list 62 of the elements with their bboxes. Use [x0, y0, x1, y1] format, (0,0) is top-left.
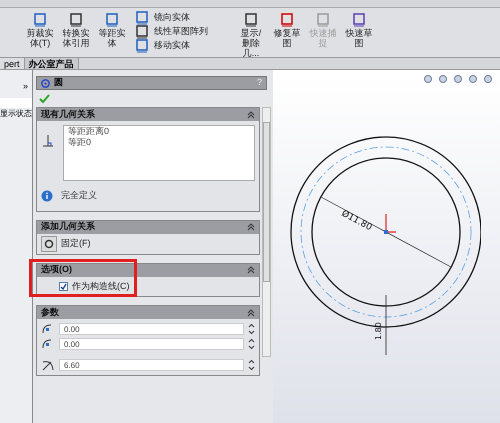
- tool-icon: [351, 12, 367, 28]
- spinner-icon[interactable]: [248, 359, 255, 371]
- tool-button[interactable]: 转换实体引用: [62, 12, 90, 48]
- fix-label: 固定(F): [61, 236, 90, 250]
- relation-item[interactable]: 等距距离0: [68, 126, 250, 137]
- number-field[interactable]: 6.60: [59, 359, 244, 371]
- info-icon: [41, 190, 53, 202]
- checkbox-label: 作为构造线(C): [72, 280, 130, 293]
- tool-icon: [68, 12, 84, 28]
- section-header[interactable]: 现有几何关系: [37, 108, 259, 121]
- view-tool-icon[interactable]: [423, 74, 434, 85]
- section-title: 选项(O): [41, 263, 72, 276]
- tool-icon: [243, 12, 259, 28]
- view-tool-icon[interactable]: [453, 74, 464, 85]
- circle-icon: [41, 78, 50, 88]
- relation-item[interactable]: 等距0: [68, 137, 250, 148]
- collapse-icon[interactable]: [247, 110, 255, 118]
- checkbox[interactable]: [59, 282, 68, 291]
- collapse-icon[interactable]: [247, 308, 255, 316]
- tool-button[interactable]: 移动实体: [134, 40, 229, 52]
- section-header[interactable]: 选项(O): [37, 264, 259, 276]
- section-title: 现有几何关系: [41, 108, 95, 121]
- section-header[interactable]: 添加几何关系: [37, 220, 259, 234]
- tool-button[interactable]: 等距实体: [98, 12, 126, 48]
- relations-list[interactable]: 等距距离0 等距0: [63, 125, 255, 181]
- number-field[interactable]: 0.00: [59, 338, 244, 350]
- tool-button[interactable]: 剪裁实体(T): [26, 12, 54, 48]
- tool-icon: [315, 12, 331, 28]
- number-field[interactable]: 0.00: [59, 323, 244, 335]
- radius-icon: [41, 359, 55, 371]
- spinner-icon[interactable]: [248, 323, 255, 335]
- scrollbar[interactable]: [262, 107, 271, 357]
- spinner-icon[interactable]: [248, 338, 255, 350]
- tool-button[interactable]: 快速草图: [345, 12, 373, 48]
- section-title: 参数: [41, 306, 59, 319]
- tree-filter-field[interactable]: [0, 98, 32, 108]
- view-tool-icon[interactable]: [438, 74, 449, 85]
- tool-button[interactable]: 修复草图: [273, 12, 301, 48]
- tool-icon: [134, 38, 150, 54]
- tree-item[interactable]: 显示状态: [0, 108, 32, 120]
- perpendicular-icon: [41, 133, 55, 147]
- tool-button[interactable]: 镜向实体: [134, 12, 229, 24]
- collapse-icon[interactable]: [247, 266, 255, 274]
- collapse-icon[interactable]: [247, 223, 255, 231]
- panel-title: 圆: [54, 76, 63, 90]
- fix-button[interactable]: [41, 236, 57, 252]
- tool-icon: [134, 10, 150, 26]
- tool-icon: [104, 12, 120, 28]
- tool-button[interactable]: 显示/删除几...: [237, 12, 265, 58]
- tab[interactable]: 办公室产品: [24, 58, 79, 69]
- expand-button[interactable]: »: [22, 80, 32, 94]
- tab[interactable]: pert: [0, 58, 25, 69]
- ok-check-icon[interactable]: [39, 94, 50, 104]
- section-title: 添加几何关系: [41, 220, 95, 234]
- view-tool-icon[interactable]: [483, 74, 494, 85]
- tool-icon: [134, 24, 150, 40]
- section-header[interactable]: 参数: [37, 306, 259, 319]
- view-tool-icon[interactable]: [468, 74, 479, 85]
- status-text: 完全定义: [61, 189, 97, 202]
- tool-icon: [32, 12, 48, 28]
- tool-button[interactable]: 线性草图阵列: [134, 26, 229, 38]
- tool-icon: [279, 12, 295, 28]
